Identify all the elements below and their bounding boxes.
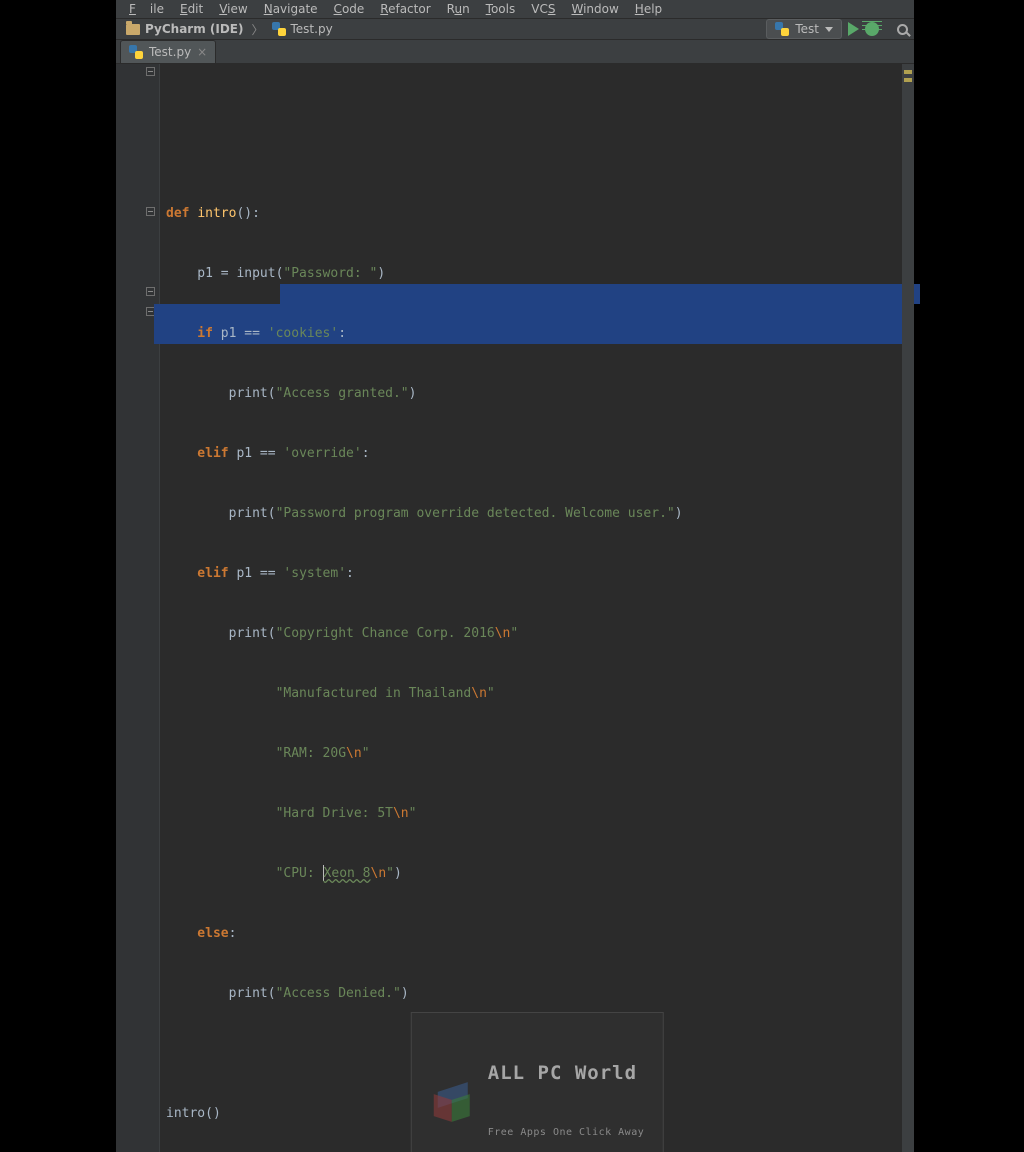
run-button[interactable] <box>848 22 859 36</box>
editor-tabs: Test.py × <box>116 40 914 64</box>
menu-vcs[interactable]: VCS <box>524 0 562 18</box>
menu-file[interactable]: File <box>122 0 171 18</box>
watermark-logo-icon <box>430 1083 476 1123</box>
pycharm-window: File Edit View Navigate Code Refactor Ru… <box>116 0 914 569</box>
watermark: ALL PC World Free Apps One Click Away <box>411 1012 664 1152</box>
chevron-down-icon <box>825 27 833 32</box>
search-icon[interactable] <box>897 24 908 35</box>
menu-tools[interactable]: Tools <box>479 0 523 18</box>
folder-icon <box>126 24 140 35</box>
watermark-subtitle: Free Apps One Click Away <box>488 1123 645 1143</box>
menu-refactor[interactable]: Refactor <box>373 0 437 18</box>
run-configuration-selector[interactable]: Test <box>766 19 842 39</box>
gutter <box>116 64 160 1152</box>
code-area[interactable]: def intro(): p1 = input("Password: ") if… <box>160 64 914 1152</box>
menu-run[interactable]: Run <box>440 0 477 18</box>
menu-help[interactable]: Help <box>628 0 669 18</box>
breadcrumb-file[interactable]: Test.py <box>268 22 337 36</box>
run-config-label: Test <box>795 22 819 36</box>
python-file-icon <box>272 22 286 36</box>
breadcrumb-file-label: Test.py <box>291 22 333 36</box>
code-editor[interactable]: def intro(): p1 = input("Password: ") if… <box>116 64 914 1152</box>
menu-navigate[interactable]: Navigate <box>257 0 325 18</box>
menu-code[interactable]: Code <box>327 0 372 18</box>
close-icon[interactable]: × <box>197 45 207 59</box>
menu-view[interactable]: View <box>212 0 254 18</box>
breadcrumb-project[interactable]: PyCharm (IDE) <box>122 22 247 36</box>
debug-button[interactable] <box>865 22 879 36</box>
menu-window[interactable]: Window <box>564 0 625 18</box>
breadcrumb-project-label: PyCharm (IDE) <box>145 22 243 36</box>
breadcrumb-separator: 〉 <box>247 21 267 38</box>
watermark-title: ALL PC World <box>488 1063 645 1083</box>
menu-edit[interactable]: Edit <box>173 0 210 18</box>
tab-label: Test.py <box>149 45 191 59</box>
tab-test-py[interactable]: Test.py × <box>120 40 216 63</box>
python-file-icon <box>129 45 143 59</box>
python-file-icon <box>775 22 789 36</box>
navigation-bar: PyCharm (IDE) 〉 Test.py Test <box>116 19 914 40</box>
menu-bar: File Edit View Navigate Code Refactor Ru… <box>116 0 914 19</box>
